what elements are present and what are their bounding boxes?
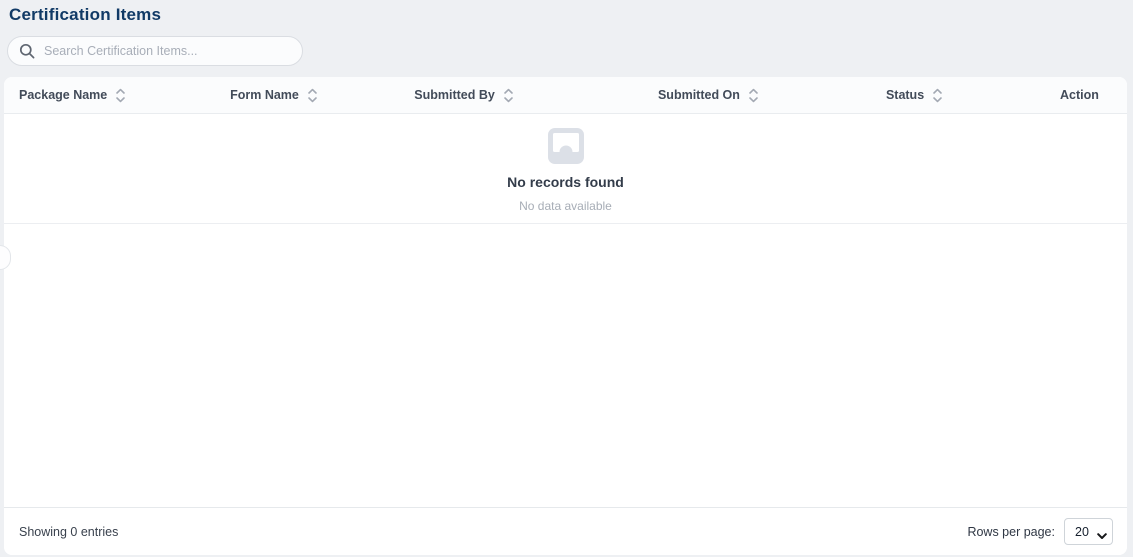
column-header-label: Submitted On bbox=[657, 88, 740, 102]
column-header-label: Status bbox=[885, 88, 925, 102]
table-body-empty-area bbox=[4, 224, 1127, 507]
table-header-row: Package Name Form Name Submitted By Subm… bbox=[4, 77, 1127, 114]
page-title: Certification Items bbox=[9, 5, 162, 24]
column-header-submitted-by[interactable]: Submitted By bbox=[399, 77, 643, 113]
entries-summary: Showing 0 entries bbox=[19, 524, 119, 539]
rows-per-page-select-wrap: 20 bbox=[1064, 518, 1113, 545]
sort-icon bbox=[116, 88, 126, 103]
table-footer: Showing 0 entries Rows per page: 20 bbox=[4, 507, 1127, 555]
column-header-label: Action bbox=[1060, 88, 1099, 102]
rows-per-page-label: Rows per page: bbox=[967, 524, 1055, 539]
column-header-status[interactable]: Status bbox=[871, 77, 1045, 113]
column-header-form-name[interactable]: Form Name bbox=[215, 77, 399, 113]
rows-per-page-control: Rows per page: 20 bbox=[967, 518, 1113, 545]
column-header-action: Action bbox=[1045, 77, 1127, 113]
sort-icon bbox=[749, 88, 758, 103]
rows-per-page-select[interactable]: 20 bbox=[1064, 518, 1113, 545]
column-header-package-name[interactable]: Package Name bbox=[4, 77, 215, 113]
column-header-label: Package Name bbox=[19, 88, 108, 102]
top-bar: Certification Items bbox=[0, 0, 1133, 66]
empty-state-title: No records found bbox=[507, 174, 624, 190]
search-box bbox=[7, 36, 303, 66]
column-header-submitted-on[interactable]: Submitted On bbox=[643, 77, 871, 113]
column-header-label: Form Name bbox=[230, 88, 299, 102]
empty-state: No records found No data available bbox=[4, 114, 1127, 224]
page-root: { "page": { "title": "Certification Item… bbox=[0, 0, 1133, 557]
empty-inbox-icon bbox=[547, 128, 584, 164]
certification-items-table: Package Name Form Name Submitted By Subm… bbox=[4, 77, 1127, 555]
sort-icon bbox=[933, 88, 942, 103]
search-input[interactable] bbox=[7, 36, 303, 66]
sort-icon bbox=[308, 88, 317, 103]
sort-icon bbox=[504, 88, 513, 103]
column-header-label: Submitted By bbox=[414, 88, 495, 102]
empty-state-subtitle: No data available bbox=[519, 199, 612, 213]
